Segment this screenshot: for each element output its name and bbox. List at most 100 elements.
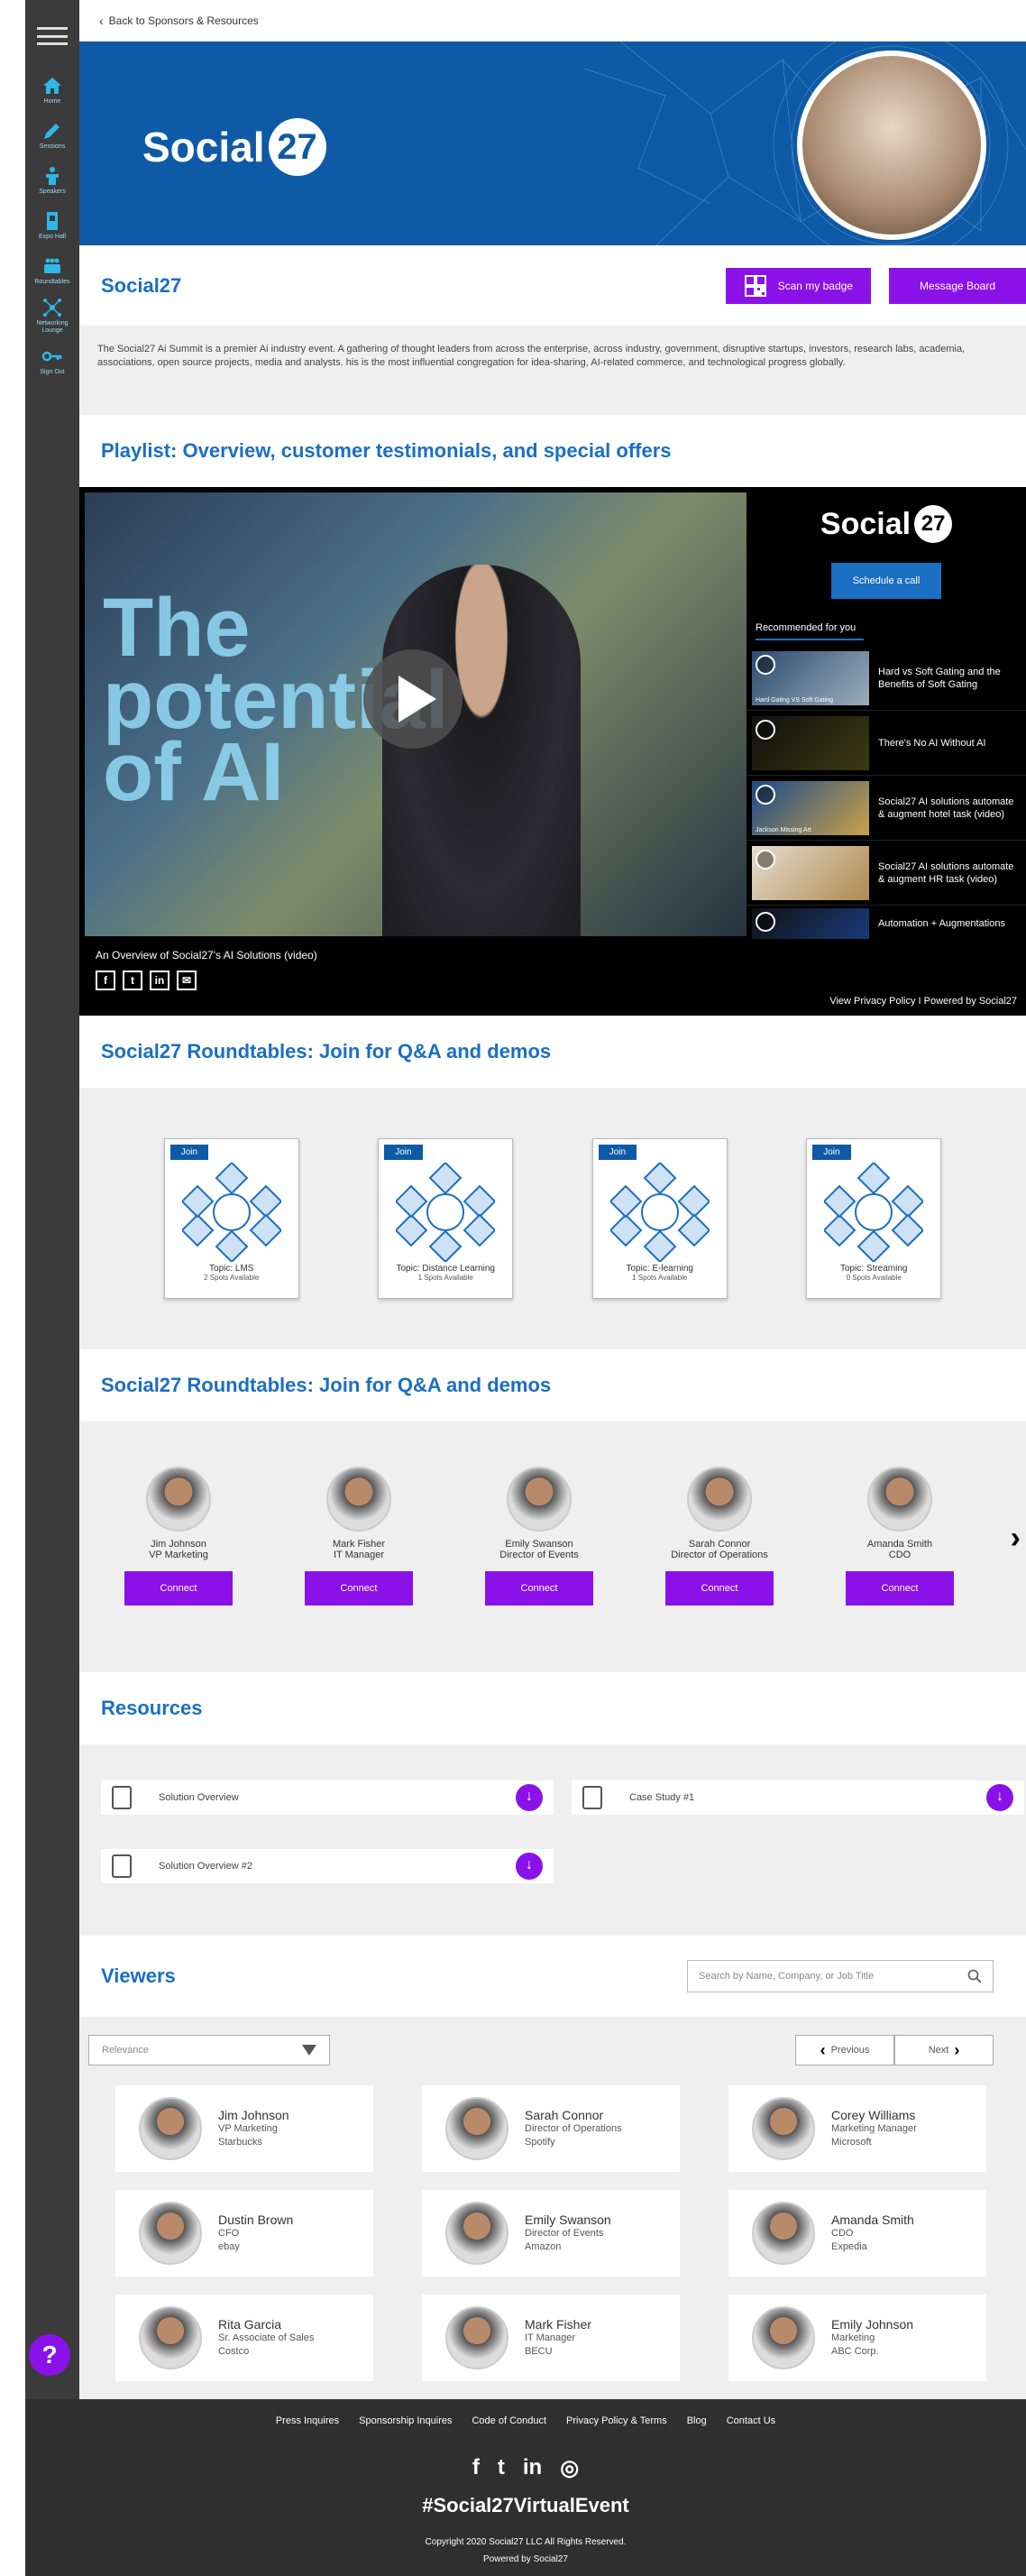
viewer-name: Corey Williams (831, 2108, 916, 2122)
connect-button[interactable]: Connect (485, 1571, 593, 1605)
schedule-call-button[interactable]: Schedule a call (831, 563, 941, 599)
hamburger-menu-icon[interactable] (37, 27, 68, 45)
download-icon[interactable]: ↓ (986, 1784, 1013, 1811)
brand-logo: Social 27 (142, 118, 326, 176)
facebook-icon[interactable]: f (96, 971, 115, 990)
nav-item-sign-out[interactable]: Sign Out (25, 339, 79, 382)
next-label: Next (928, 2045, 949, 2056)
roundtables-list: Join Topic: LMS 2 Spots Available Join T… (79, 1088, 1026, 1349)
resource-title: Case Study #1 (629, 1792, 695, 1803)
viewer-name: Jim Johnson (218, 2108, 289, 2122)
download-icon[interactable]: ↓ (516, 1784, 543, 1811)
footer-link[interactable]: Sponsorship Inquires (359, 2415, 452, 2426)
document-icon (112, 1854, 132, 1878)
brand-badge: 27 (268, 118, 326, 176)
help-button[interactable]: ? (29, 2334, 70, 2376)
footer-link[interactable]: Code of Conduct (472, 2415, 546, 2426)
nav-label: Speakers (39, 189, 66, 195)
viewer-name: Sarah Connor (525, 2108, 604, 2122)
play-button[interactable] (363, 649, 463, 749)
nav-item-home[interactable]: Home (25, 69, 79, 112)
chevron-right-icon[interactable]: › (1011, 1521, 1021, 1556)
twitter-icon[interactable]: t (498, 2455, 505, 2481)
email-icon[interactable]: ✉ (177, 971, 197, 990)
message-board-button[interactable]: Message Board (889, 267, 1026, 304)
footer-link[interactable]: Blog (687, 2415, 707, 2426)
previous-button[interactable]: ‹ Previous (795, 2035, 894, 2065)
people-title: Social27 Roundtables: Join for Q&A and d… (79, 1349, 1026, 1421)
connect-button[interactable]: Connect (305, 1571, 413, 1605)
viewer-card[interactable]: Mark Fisher IT Manager BECU (422, 2295, 680, 2381)
viewer-card[interactable]: Rita Garcia Sr. Associate of Sales Costco (115, 2295, 373, 2381)
footer-link[interactable]: Press Inquires (276, 2415, 339, 2426)
roundtable-seats-icon (181, 1163, 281, 1262)
join-button[interactable]: Join (598, 1145, 637, 1160)
download-icon[interactable]: ↓ (516, 1853, 543, 1880)
recommended-item[interactable]: Hard Gating VS Soft Gating Hard vs Soft … (747, 646, 1026, 711)
viewer-role: Director of Operations (525, 2123, 622, 2134)
resource-item[interactable]: Solution Overview #2 ↓ (101, 1849, 554, 1883)
document-icon (582, 1786, 602, 1809)
connect-button[interactable]: Connect (665, 1571, 774, 1605)
roundtable-card[interactable]: Join Topic: E-learning 1 Spots Available (591, 1138, 728, 1299)
key-icon (41, 351, 62, 362)
recommended-item[interactable]: Automation + Augmentations (747, 906, 1026, 942)
roundtable-card[interactable]: Join Topic: Distance Learning 1 Spots Av… (378, 1138, 514, 1299)
recommended-thumbnail: Jackson Missing Art (752, 780, 869, 835)
recommended-item[interactable]: There's No AI Without AI (747, 711, 1026, 776)
viewer-card[interactable]: Emily Swanson Director of Events Amazon (422, 2190, 680, 2277)
person-role: VP Marketing (149, 1550, 208, 1560)
nav-item-roundtables[interactable]: Roundtables (25, 249, 79, 292)
viewer-card[interactable]: Jim Johnson VP Marketing Starbucks (115, 2085, 373, 2172)
back-link[interactable]: ‹ Back to Sponsors & Resources (79, 0, 1026, 41)
footer-link[interactable]: Privacy Policy & Terms (566, 2415, 667, 2426)
viewer-card[interactable]: Dustin Brown CFO ebay (115, 2190, 373, 2277)
roundtable-seats-icon (824, 1163, 924, 1262)
recommended-item[interactable]: Jackson Missing Art Social27 AI solution… (747, 776, 1026, 841)
facebook-icon[interactable]: f (472, 2455, 480, 2481)
search-input[interactable]: Search by Name, Company, or Job Title (687, 1960, 994, 1992)
playlist-title: Playlist: Overview, customer testimonial… (79, 415, 1026, 487)
viewer-card[interactable]: Amanda Smith CDO Expedia (728, 2190, 986, 2277)
document-icon (112, 1786, 132, 1809)
resource-item[interactable]: Solution Overview ↓ (101, 1780, 554, 1815)
nav-item-speakers[interactable]: Speakers (25, 159, 79, 202)
chevron-left-icon: ‹ (820, 2040, 826, 2059)
table-icon (44, 258, 60, 273)
scan-badge-button[interactable]: Scan my badge (725, 267, 871, 304)
viewer-name: Emily Johnson (831, 2317, 914, 2332)
join-button[interactable]: Join (812, 1145, 851, 1160)
nav-label: Expo Hall (39, 234, 66, 240)
nav-item-networking-lounge[interactable]: Networking Lounge (25, 294, 79, 337)
twitter-icon[interactable]: t (123, 971, 142, 990)
person-role: Director of Operations (671, 1550, 768, 1560)
join-button[interactable]: Join (169, 1145, 209, 1160)
nav-item-sessions[interactable]: Sessions (25, 114, 79, 157)
viewer-card[interactable]: Corey Williams Marketing Manager Microsoft (728, 2085, 986, 2172)
instagram-icon[interactable]: ◎ (560, 2455, 579, 2481)
roundtable-card[interactable]: Join Topic: Streaming 0 Spots Available (806, 1138, 942, 1299)
linkedin-icon[interactable]: in (150, 971, 169, 990)
recommended-thumbnail (752, 845, 869, 900)
panel-footer[interactable]: View Privacy Policy I Powered by Social2… (829, 996, 1017, 1007)
linkedin-icon[interactable]: in (523, 2455, 542, 2481)
video-area[interactable]: The potential of AI An Overview of Socia… (79, 487, 747, 1016)
join-button[interactable]: Join (384, 1145, 423, 1160)
roundtable-card[interactable]: Join Topic: LMS 2 Spots Available (163, 1138, 299, 1299)
viewer-role: Marketing (831, 2332, 875, 2343)
viewer-card[interactable]: Emily Johnson Marketing ABC Corp. (728, 2295, 986, 2381)
panel-brand-name: Social (820, 506, 911, 541)
connect-button[interactable]: Connect (846, 1571, 954, 1605)
footer-link[interactable]: Contact Us (727, 2415, 775, 2426)
viewer-grid: Jim Johnson VP Marketing Starbucks Sarah C… (115, 2085, 986, 2381)
next-button[interactable]: Next › (894, 2035, 994, 2065)
viewer-company: Starbucks (218, 2137, 262, 2148)
sort-select[interactable]: Relevance (88, 2035, 330, 2065)
connect-button[interactable]: Connect (124, 1571, 233, 1605)
nav-item-expo-hall[interactable]: Expo Hall (25, 204, 79, 247)
viewer-role: Marketing Manager (831, 2123, 917, 2134)
viewer-card[interactable]: Sarah Connor Director of Operations Spotif… (422, 2085, 680, 2172)
video-caption: An Overview of Social27's AI Solutions (… (96, 949, 317, 961)
recommended-item[interactable]: Social27 AI solutions automate & augment… (747, 841, 1026, 906)
resource-item[interactable]: Case Study #1 ↓ (572, 1780, 1024, 1815)
